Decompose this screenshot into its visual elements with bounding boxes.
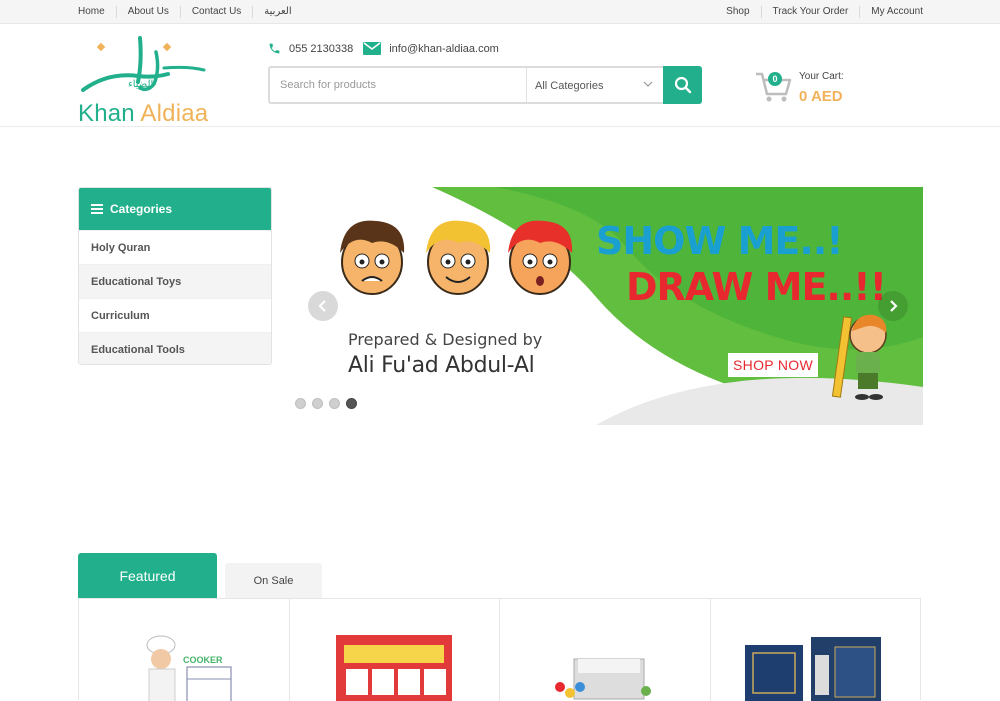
product-image-cooker: COOKER bbox=[146, 635, 232, 701]
cart-count-badge: 0 bbox=[768, 72, 782, 86]
kid-face-1 bbox=[340, 220, 405, 295]
nav-track-order-link[interactable]: Track Your Order bbox=[760, 6, 860, 18]
chevron-down-icon bbox=[643, 81, 653, 87]
slider-dot[interactable] bbox=[329, 398, 340, 409]
nav-shop-link[interactable]: Shop bbox=[715, 6, 760, 18]
logo-word-khan: Khan bbox=[78, 100, 135, 127]
category-item-holy-quran[interactable]: Holy Quran bbox=[79, 230, 271, 264]
search-button[interactable] bbox=[663, 66, 702, 104]
logo-wordmark: Khan Aldiaa bbox=[78, 100, 208, 128]
top-bar-right-links: Shop Track Your Order My Account bbox=[715, 0, 923, 24]
product-card[interactable] bbox=[500, 599, 711, 701]
category-item-educational-tools[interactable]: Educational Tools bbox=[79, 332, 271, 364]
slider-headline-1: SHOW ME..! bbox=[596, 219, 844, 263]
categories-title: Categories bbox=[110, 202, 173, 216]
top-bar: Home About Us Contact Us العربية Shop Tr… bbox=[0, 0, 1000, 24]
cart-total: 0 AED bbox=[799, 88, 843, 105]
product-image-stickers bbox=[336, 635, 453, 701]
search-box: All Categories bbox=[268, 66, 663, 104]
product-image-quran bbox=[745, 637, 882, 701]
shop-now-button[interactable]: SHOP NOW bbox=[728, 353, 818, 377]
top-bar-left-links: Home About Us Contact Us العربية bbox=[78, 0, 303, 24]
category-select[interactable]: All Categories bbox=[526, 68, 663, 102]
kid-face-2 bbox=[426, 220, 491, 295]
chevron-left-icon bbox=[318, 300, 326, 312]
product-card[interactable] bbox=[290, 599, 500, 701]
product-grid: COOKER bbox=[78, 598, 921, 701]
slider-prev-button[interactable] bbox=[308, 291, 338, 321]
tab-featured[interactable]: Featured bbox=[78, 553, 217, 598]
product-search: All Categories bbox=[268, 66, 702, 104]
nav-contact-link[interactable]: Contact Us bbox=[179, 6, 252, 18]
slider-author-name: Ali Fu'ad Abdul-Al bbox=[348, 353, 535, 378]
kid-face-3 bbox=[508, 220, 573, 295]
envelope-icon bbox=[363, 42, 382, 55]
slider-next-button[interactable] bbox=[878, 291, 908, 321]
category-select-value: All Categories bbox=[535, 80, 604, 92]
slider-dot-active[interactable] bbox=[346, 398, 357, 409]
nav-home-link[interactable]: Home bbox=[78, 6, 116, 18]
phone-icon bbox=[269, 43, 280, 54]
cart-label: Your Cart: bbox=[799, 71, 844, 82]
tab-on-sale[interactable]: On Sale bbox=[225, 563, 322, 598]
product-thumb-label: COOKER bbox=[183, 655, 223, 665]
slider-pagination bbox=[295, 398, 363, 409]
site-header: الضياء Khan Aldiaa 055 2130338 info@khan… bbox=[0, 24, 1000, 127]
mini-cart[interactable]: 0 Your Cart: 0 AED bbox=[754, 66, 864, 106]
site-logo[interactable]: الضياء Khan Aldiaa bbox=[78, 32, 208, 127]
categories-list: Holy Quran Educational Toys Curriculum E… bbox=[79, 230, 271, 364]
product-card[interactable] bbox=[711, 599, 921, 701]
nav-my-account-link[interactable]: My Account bbox=[859, 6, 923, 18]
categories-header[interactable]: Categories bbox=[79, 188, 271, 230]
categories-sidebar: Categories Holy Quran Educational Toys C… bbox=[78, 187, 272, 365]
svg-text:الضياء: الضياء bbox=[128, 79, 153, 90]
category-item-curriculum[interactable]: Curriculum bbox=[79, 298, 271, 332]
slider-headline-2: DRAW ME..!! bbox=[626, 265, 887, 309]
slider-dot[interactable] bbox=[312, 398, 323, 409]
product-card[interactable]: COOKER bbox=[79, 599, 290, 701]
search-input[interactable] bbox=[280, 76, 520, 94]
slider-dot[interactable] bbox=[295, 398, 306, 409]
hero-slider: SHOW ME..! DRAW ME..!! Prepared & Design… bbox=[296, 187, 923, 425]
chevron-right-icon bbox=[890, 300, 898, 312]
category-item-educational-toys[interactable]: Educational Toys bbox=[79, 264, 271, 298]
logo-calligraphy-icon: الضياء bbox=[81, 36, 206, 92]
menu-icon bbox=[91, 204, 103, 214]
contact-email: info@khan-aldiaa.com bbox=[363, 42, 499, 55]
product-image-educational-toy bbox=[554, 658, 651, 700]
email-address[interactable]: info@khan-aldiaa.com bbox=[389, 43, 499, 55]
nav-arabic-language-link[interactable]: العربية bbox=[252, 6, 302, 18]
nav-about-link[interactable]: About Us bbox=[115, 6, 180, 18]
contact-phone: 055 2130338 bbox=[268, 42, 353, 55]
logo-word-aldiaa: Aldiaa bbox=[140, 100, 209, 127]
search-icon bbox=[674, 76, 691, 94]
slider-prepared-text: Prepared & Designed by bbox=[348, 330, 543, 349]
contact-info: 055 2130338 info@khan-aldiaa.com bbox=[268, 42, 509, 55]
phone-number: 055 2130338 bbox=[289, 42, 354, 55]
